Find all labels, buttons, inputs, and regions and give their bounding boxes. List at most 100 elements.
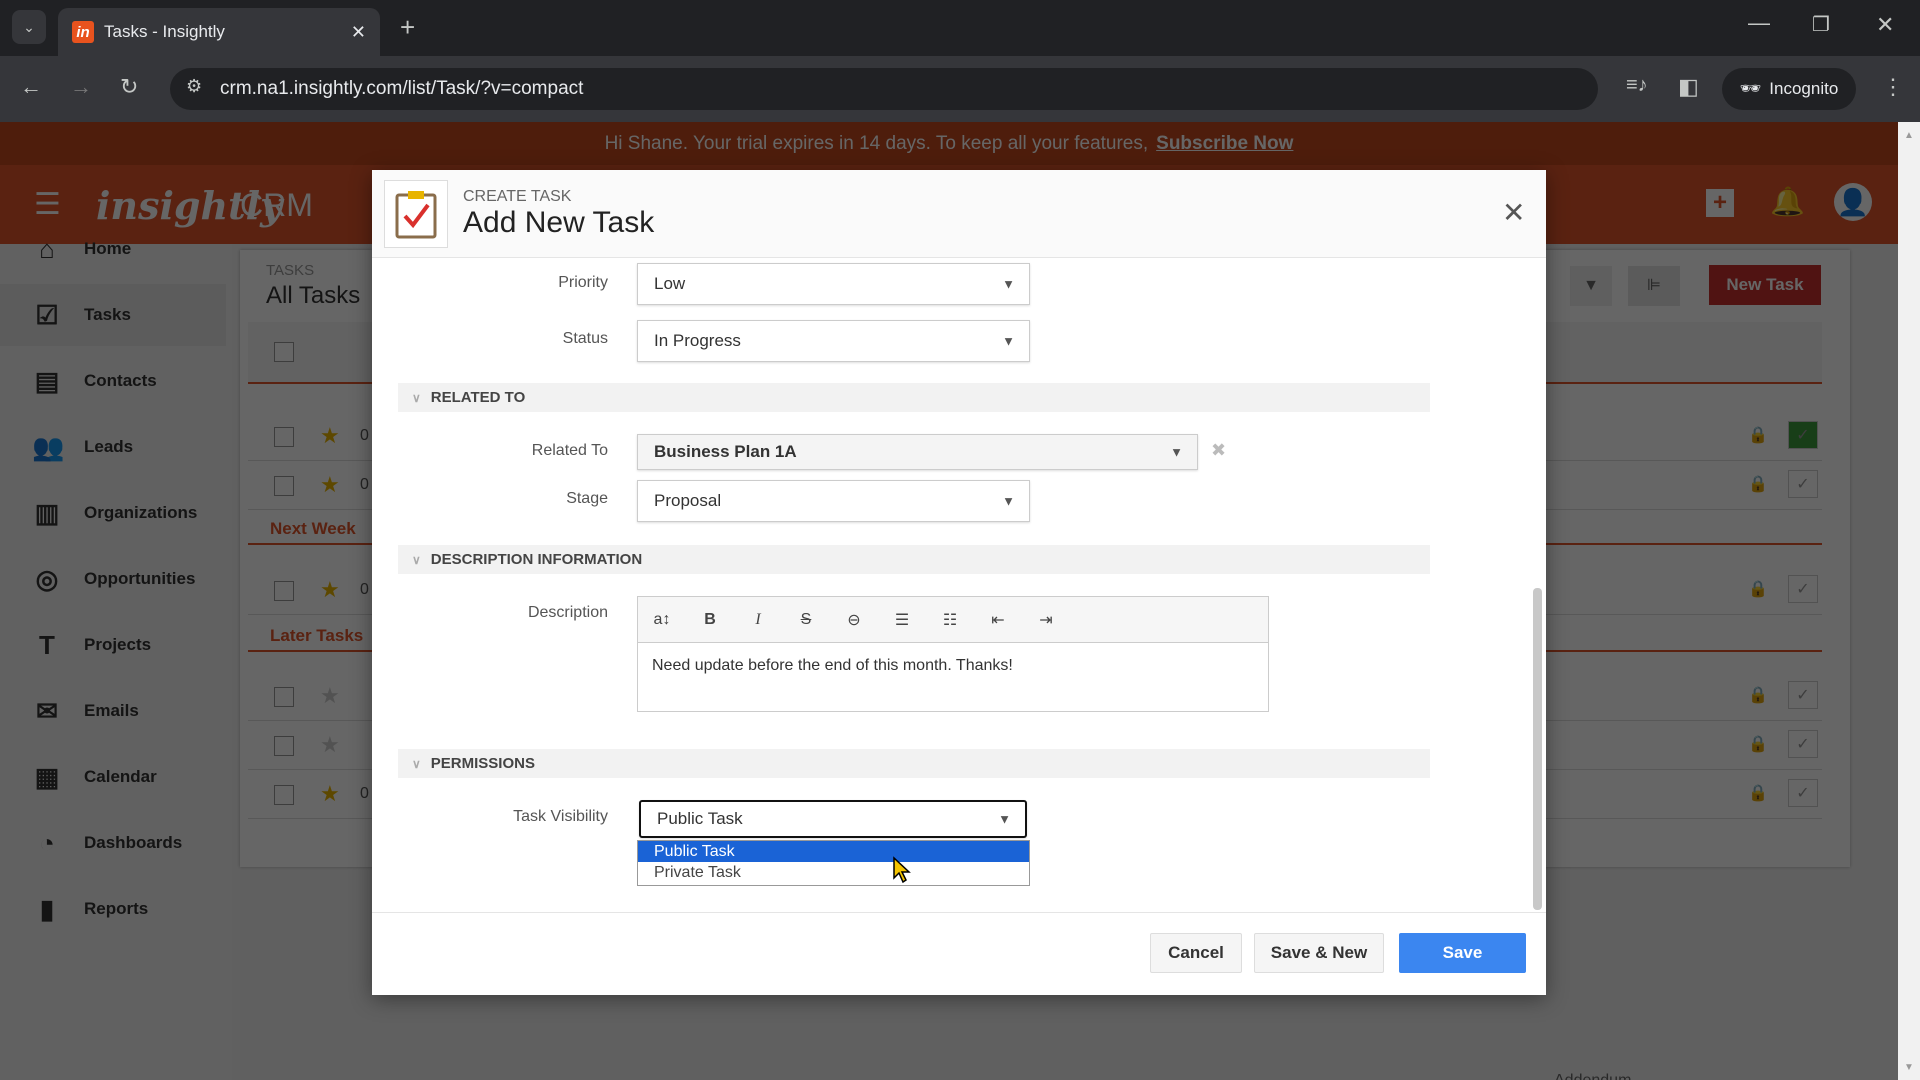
sidebar-item-tasks[interactable]: ☑ Tasks — [0, 284, 226, 346]
sidebar-item-label: Home — [84, 239, 132, 258]
sidebar-item-organizations[interactable]: ▥ Organizations — [0, 482, 226, 544]
font-size-icon[interactable]: a↕ — [638, 611, 686, 629]
save-button[interactable]: Save — [1399, 933, 1526, 973]
outdent-icon[interactable]: ⇤ — [974, 610, 1022, 630]
side-panel-icon[interactable]: ◧ — [1678, 74, 1699, 100]
star-icon[interactable]: ★ — [320, 577, 340, 603]
address-bar[interactable]: ⚙ crm.na1.insightly.com/list/Task/?v=com… — [170, 68, 1598, 110]
star-icon[interactable]: ★ — [320, 781, 340, 807]
row-checkbox[interactable] — [274, 785, 294, 805]
bold-icon[interactable]: B — [686, 611, 734, 629]
close-window-button[interactable]: ✕ — [1876, 12, 1894, 38]
sidebar-item-label: Calendar — [84, 767, 157, 786]
save-and-new-button[interactable]: Save & New — [1254, 933, 1384, 973]
hamburger-menu-icon[interactable]: ☰ — [34, 187, 61, 222]
sidebar-item-label: Dashboards — [84, 833, 183, 852]
back-icon[interactable]: ← — [20, 74, 42, 100]
media-control-icon[interactable]: ≡♪ — [1626, 74, 1648, 97]
organizations-icon: ▥ — [34, 497, 60, 528]
complete-check-icon[interactable]: ✓ — [1788, 575, 1818, 603]
related-to-label: Related To — [531, 442, 608, 459]
star-icon[interactable]: ★ — [320, 683, 340, 709]
forward-icon[interactable]: → — [70, 74, 92, 100]
row-date: 0 — [360, 785, 369, 802]
link-icon[interactable]: ⊖ — [830, 610, 878, 630]
task-link-addendum[interactable]: Addendum — [1554, 1072, 1631, 1080]
sidebar-item-contacts[interactable]: ▤ Contacts — [0, 350, 226, 412]
sidebar-item-opportunities[interactable]: ◎ Opportunities — [0, 548, 226, 610]
add-task-modal: CREATE TASK Add New Task ✕ Priority Low ▼… — [372, 170, 1546, 995]
task-visibility-select[interactable]: Public Task ▼ — [639, 800, 1027, 838]
option-private-task[interactable]: Private Task — [638, 862, 1029, 883]
strikethrough-icon[interactable]: S — [782, 611, 830, 629]
related-to-select[interactable]: Business Plan 1A ▼ — [637, 434, 1198, 470]
sidebar-item-reports[interactable]: ▮ Reports — [0, 878, 226, 940]
reload-icon[interactable]: ↻ — [120, 74, 138, 100]
related-to-section-header[interactable]: ∨ RELATED TO — [398, 383, 1430, 412]
complete-check-icon[interactable]: ✓ — [1788, 681, 1818, 709]
reports-icon: ▮ — [39, 893, 55, 924]
restore-button[interactable]: ❐ — [1812, 12, 1830, 37]
description-text[interactable]: Need update before the end of this month… — [652, 657, 1013, 675]
star-icon[interactable]: ★ — [320, 732, 340, 758]
subscribe-now-link[interactable]: Subscribe Now — [1156, 133, 1293, 155]
new-tab-button[interactable]: + — [400, 12, 415, 43]
minimize-button[interactable]: — — [1748, 10, 1770, 36]
quick-add-icon[interactable]: + — [1706, 189, 1734, 217]
clear-related-icon[interactable]: ✖ — [1211, 440, 1226, 461]
status-value: In Progress — [654, 331, 741, 350]
new-task-button[interactable]: New Task — [1709, 265, 1821, 305]
browser-tab[interactable]: in Tasks - Insightly ✕ — [58, 8, 380, 56]
sidebar-item-leads[interactable]: 👥 Leads — [0, 416, 226, 478]
sidebar-item-emails[interactable]: ✉ Emails — [0, 680, 226, 742]
priority-select[interactable]: Low ▼ — [637, 263, 1030, 305]
bullet-list-icon[interactable]: ☰ — [878, 610, 926, 630]
close-tab-icon[interactable]: ✕ — [351, 22, 366, 43]
sidebar-item-projects[interactable]: T Projects — [0, 614, 226, 676]
star-icon[interactable]: ★ — [320, 423, 340, 449]
sidebar-item-home[interactable]: ⌂ Home — [0, 218, 226, 280]
complete-check-icon[interactable]: ✓ — [1788, 730, 1818, 758]
task-visibility-dropdown: Public Task Private Task — [637, 840, 1030, 886]
select-all-checkbox[interactable] — [274, 342, 294, 362]
dashboards-icon: ◔ — [39, 827, 55, 858]
description-label: Description — [527, 604, 608, 621]
filter-icon[interactable]: ▼ — [1570, 266, 1612, 306]
modal-scrollbar[interactable] — [1533, 588, 1542, 910]
section-title: DESCRIPTION INFORMATION — [430, 551, 643, 568]
star-icon[interactable]: ★ — [320, 472, 340, 498]
stage-select[interactable]: Proposal ▼ — [637, 480, 1030, 522]
permissions-section-header[interactable]: ∨ PERMISSIONS — [398, 749, 1430, 778]
sidebar-item-dashboards[interactable]: ◔ Dashboards — [0, 812, 226, 874]
complete-check-icon[interactable]: ✓ — [1788, 779, 1818, 807]
section-title: PERMISSIONS — [430, 755, 535, 772]
tab-search-button[interactable]: ⌄ — [12, 10, 46, 44]
option-public-task[interactable]: Public Task — [638, 841, 1029, 862]
status-select[interactable]: In Progress ▼ — [637, 320, 1030, 362]
incognito-badge[interactable]: 🕶 Incognito — [1722, 68, 1856, 110]
mouse-cursor-icon — [893, 856, 911, 884]
notifications-bell-icon[interactable]: 🔔 — [1770, 185, 1805, 218]
indent-icon[interactable]: ⇥ — [1022, 610, 1070, 630]
numbered-list-icon[interactable]: ☷ — [926, 610, 974, 630]
user-avatar[interactable]: 👤 — [1834, 183, 1872, 221]
site-info-icon[interactable]: ⚙ — [186, 76, 202, 97]
incognito-label: Incognito — [1769, 79, 1839, 98]
menu-kebab-icon[interactable]: ⋮ — [1882, 74, 1904, 100]
italic-icon[interactable]: I — [734, 611, 782, 629]
row-checkbox[interactable] — [274, 581, 294, 601]
columns-icon[interactable]: ⊫ — [1628, 266, 1680, 306]
sidebar-item-calendar[interactable]: ▦ Calendar — [0, 746, 226, 808]
sidebar-item-label: Tasks — [84, 305, 131, 324]
row-checkbox[interactable] — [274, 687, 294, 707]
cancel-button[interactable]: Cancel — [1150, 933, 1242, 973]
close-modal-icon[interactable]: ✕ — [1502, 196, 1525, 229]
row-checkbox[interactable] — [274, 427, 294, 447]
description-section-header[interactable]: ∨ DESCRIPTION INFORMATION — [398, 545, 1430, 574]
page-scrollbar[interactable]: ▲ ▼ — [1898, 122, 1920, 1080]
complete-check-icon[interactable]: ✓ — [1788, 421, 1818, 449]
row-checkbox[interactable] — [274, 476, 294, 496]
stage-label: Stage — [566, 490, 608, 507]
complete-check-icon[interactable]: ✓ — [1788, 470, 1818, 498]
row-checkbox[interactable] — [274, 736, 294, 756]
